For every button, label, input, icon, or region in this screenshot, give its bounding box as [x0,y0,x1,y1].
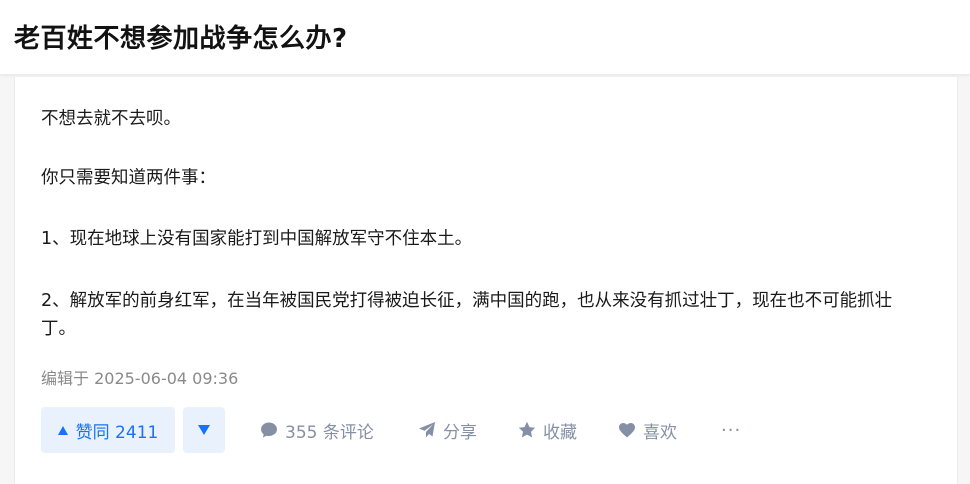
answer-paragraph: 你只需要知道两件事： [41,168,216,188]
answer-paragraph: 2、解放军的前身红军，在当年被国民党打得被迫长征，满中国的跑，也从来没有抓过壮丁… [41,291,893,339]
collect-button[interactable]: 收藏 [517,407,577,453]
ellipsis-icon: ··· [721,419,742,441]
answer-paragraph: 1、现在地球上没有国家能打到中国解放军守不住本土。 [41,229,473,249]
star-icon [517,420,537,440]
vote-down-button[interactable] [183,407,225,453]
vote-up-button[interactable]: 赞同 2411 [41,407,175,453]
like-button[interactable]: 喜欢 [617,407,677,453]
like-label: 喜欢 [643,422,677,443]
edited-timestamp[interactable]: 编辑于 2025-06-04 09:36 [41,365,238,389]
answer-actions: 赞同 2411 355 条评论 分享 收藏 喜欢 ··· [41,407,941,453]
more-button[interactable]: ··· [721,407,741,453]
comments-label: 355 条评论 [285,422,374,443]
comment-bubble-icon [259,420,279,440]
question-title[interactable]: 老百姓不想参加战争怎么办? [14,18,348,55]
share-button[interactable]: 分享 [417,407,477,453]
question-header: 老百姓不想参加战争怎么办? [0,0,970,75]
vote-up-label: 赞同 2411 [75,422,159,443]
paper-plane-icon [417,420,437,440]
triangle-down-icon [198,425,210,435]
answer-card: 不想去就不去呗。 你只需要知道两件事： 1、现在地球上没有国家能打到中国解放军守… [14,77,958,484]
share-label: 分享 [443,422,477,443]
comments-button[interactable]: 355 条评论 [259,407,374,453]
collect-label: 收藏 [543,422,577,443]
answer-paragraph: 不想去就不去呗。 [41,109,181,129]
triangle-up-icon [57,425,68,435]
heart-icon [617,420,637,440]
